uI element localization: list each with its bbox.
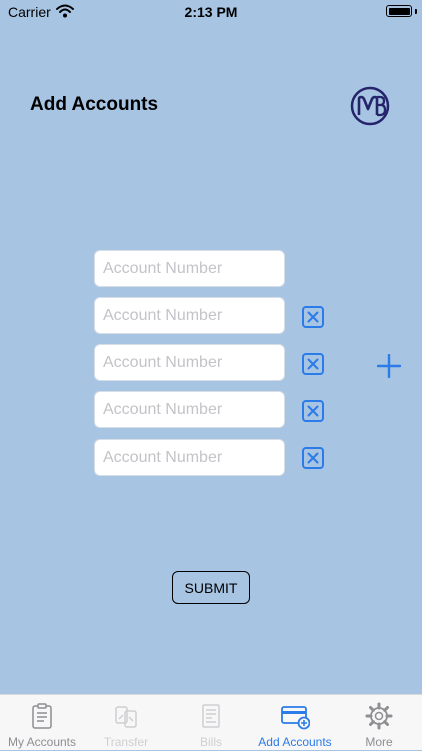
- remove-field-2-button[interactable]: [302, 306, 324, 328]
- remove-field-3-button[interactable]: [302, 353, 324, 375]
- tab-transfer[interactable]: Transfer: [84, 695, 168, 751]
- remove-field-5-button[interactable]: [302, 447, 324, 469]
- account-number-field-2[interactable]: [94, 297, 285, 334]
- account-number-field-1[interactable]: [94, 250, 285, 287]
- add-card-icon: [281, 706, 310, 730]
- status-time: 2:13 PM: [184, 4, 238, 20]
- battery-icon: [386, 5, 412, 17]
- tab-add-accounts[interactable]: Add Accounts: [253, 695, 337, 751]
- tab-bills[interactable]: Bills: [169, 695, 253, 751]
- remove-field-4-button[interactable]: [302, 400, 324, 422]
- account-number-field-3[interactable]: [94, 344, 285, 381]
- submit-button[interactable]: SUBMIT: [172, 571, 250, 604]
- close-box-icon: [307, 311, 319, 323]
- tab-label: Add Accounts: [258, 735, 332, 749]
- plus-icon[interactable]: [377, 354, 401, 378]
- account-number-field-4[interactable]: [94, 391, 285, 428]
- tab-label: My Accounts: [7, 735, 77, 749]
- mb-logo-icon: [350, 86, 390, 126]
- bills-icon: [202, 704, 220, 728]
- tab-bar: My Accounts Transfer Bills Add Accounts: [0, 694, 422, 750]
- account-number-field-5[interactable]: [94, 439, 285, 476]
- status-bar: Carrier 2:13 PM: [0, 0, 422, 24]
- tab-label: Bills: [199, 735, 222, 749]
- close-box-icon: [307, 358, 319, 370]
- page-title: Add Accounts: [30, 94, 159, 115]
- gear-icon: [365, 702, 393, 730]
- battery-tip: [415, 9, 417, 14]
- tab-more[interactable]: More: [337, 695, 421, 751]
- tab-label: More: [365, 735, 393, 749]
- tab-label: Transfer: [103, 735, 149, 749]
- clipboard-icon: [32, 703, 52, 729]
- transfer-icon: [115, 706, 137, 728]
- close-box-icon: [307, 452, 319, 464]
- tab-my-accounts[interactable]: My Accounts: [0, 695, 84, 751]
- close-box-icon: [307, 405, 319, 417]
